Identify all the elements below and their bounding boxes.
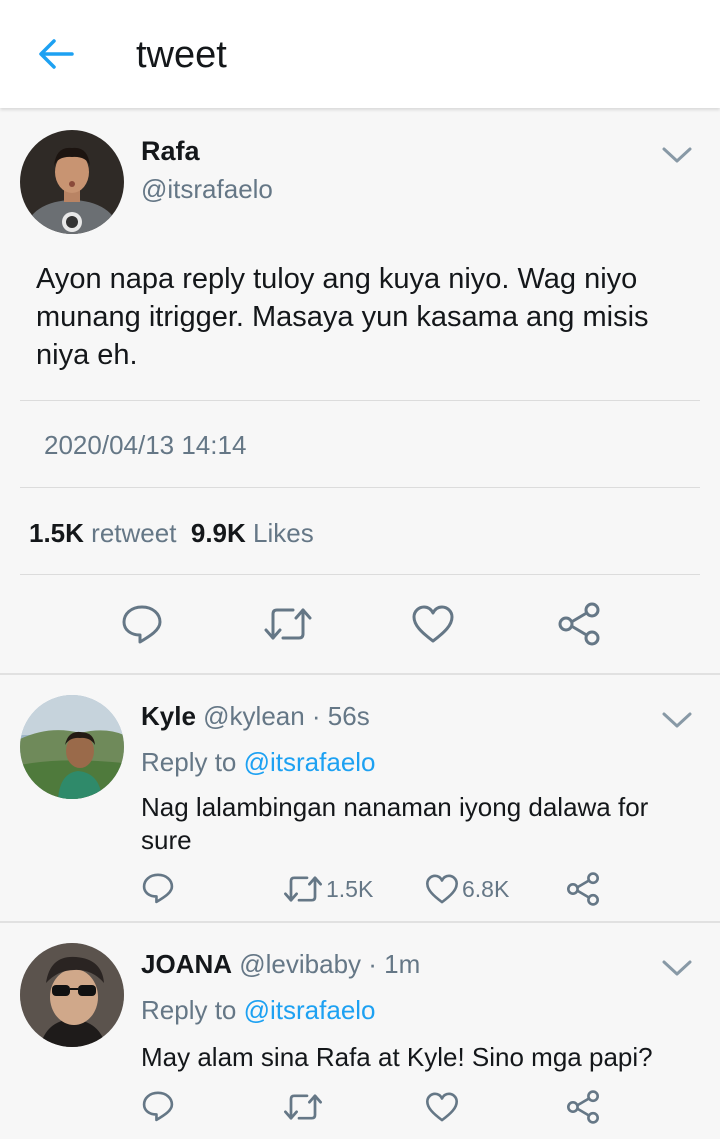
- heart-icon: [412, 605, 454, 643]
- tweet-text: Ayon napa reply tuloy ang kuya niyo. Wag…: [36, 263, 649, 371]
- likes-count[interactable]: 9.9K: [191, 518, 246, 548]
- likes-label[interactable]: Likes: [253, 518, 314, 548]
- retweet-count[interactable]: 1.5K: [29, 518, 84, 548]
- share-button[interactable]: [565, 1090, 601, 1124]
- like-button[interactable]: 6.8K: [425, 873, 509, 905]
- retweet-button[interactable]: [283, 1091, 323, 1123]
- author-name[interactable]: Rafa: [141, 136, 200, 167]
- retweet-button[interactable]: 1.5K: [283, 873, 373, 905]
- reply-to-label: Reply to: [141, 995, 237, 1025]
- retweet-icon: [284, 1094, 322, 1120]
- reply-icon: [142, 1091, 174, 1122]
- tweet-menu-button[interactable]: [660, 144, 694, 166]
- reply-header: Kyle @kylean · 56s: [141, 701, 370, 732]
- author-avatar[interactable]: [20, 130, 124, 234]
- reply-text: Nag lalambingan nanaman iyong dalawa for…: [141, 792, 649, 855]
- reply-tweet[interactable]: JOANA @levibaby · 1m Reply to @itsrafael…: [0, 923, 720, 1139]
- page-title: tweet: [136, 34, 227, 76]
- back-button[interactable]: [34, 34, 78, 74]
- reply-text: May alam sina Rafa at Kyle! Sino mga pap…: [141, 1042, 653, 1072]
- avatar[interactable]: [20, 943, 124, 1047]
- tweet-menu-button[interactable]: [660, 957, 694, 979]
- arrow-left-icon: [39, 39, 74, 69]
- divider: [20, 487, 700, 488]
- like-button[interactable]: [425, 1091, 459, 1123]
- retweet-label[interactable]: retweet: [91, 518, 176, 548]
- share-icon: [567, 872, 599, 906]
- like-count: 6.8K: [462, 875, 510, 902]
- reply-to-line: Reply to @itsrafaelo: [141, 747, 376, 778]
- chevron-down-icon: [662, 147, 692, 163]
- share-button[interactable]: [556, 602, 602, 651]
- reply-button[interactable]: [141, 871, 175, 905]
- share-button[interactable]: [565, 872, 601, 906]
- share-icon: [567, 1090, 599, 1124]
- reply-to-mention[interactable]: @itsrafaelo: [244, 995, 376, 1025]
- reply-handle-time[interactable]: @kylean · 56s: [203, 701, 370, 731]
- chevron-down-icon: [662, 960, 692, 976]
- reply-icon: [142, 873, 174, 904]
- retweet-icon: [264, 608, 312, 640]
- avatar[interactable]: [20, 695, 124, 799]
- heart-icon: [426, 874, 458, 904]
- reply-icon: [122, 605, 162, 644]
- retweet-count: 1.5K: [326, 875, 374, 902]
- heart-icon: [426, 1092, 458, 1122]
- author-handle[interactable]: @itsrafaelo: [141, 174, 273, 205]
- reply-button[interactable]: [141, 1089, 175, 1123]
- share-icon: [558, 602, 600, 646]
- reply-tweet[interactable]: Kyle @kylean · 56s Reply to @itsrafaelo …: [0, 675, 720, 921]
- reply-to-label: Reply to: [141, 747, 237, 777]
- chevron-down-icon: [662, 712, 692, 728]
- reply-to-line: Reply to @itsrafaelo: [141, 995, 376, 1026]
- reply-button[interactable]: [120, 602, 164, 651]
- retweet-button[interactable]: [263, 604, 313, 649]
- reply-author-name[interactable]: JOANA: [141, 949, 232, 979]
- main-tweet: Rafa @itsrafaelo Ayon napa reply tuloy a…: [0, 108, 720, 674]
- reply-author-name[interactable]: Kyle: [141, 701, 196, 731]
- tweet-timestamp: 2020/04/13 14:14: [44, 430, 247, 460]
- divider: [20, 400, 700, 401]
- tweet-menu-button[interactable]: [660, 709, 694, 731]
- retweet-icon: [284, 876, 322, 902]
- reply-to-mention[interactable]: @itsrafaelo: [244, 747, 376, 777]
- top-bar: tweet: [0, 0, 720, 108]
- like-button[interactable]: [411, 604, 455, 649]
- reply-header: JOANA @levibaby · 1m: [141, 949, 420, 980]
- reply-handle-time[interactable]: @levibaby · 1m: [239, 949, 420, 979]
- tweet-stats: 1.5K retweet 9.9K Likes: [29, 518, 314, 549]
- divider: [20, 574, 700, 575]
